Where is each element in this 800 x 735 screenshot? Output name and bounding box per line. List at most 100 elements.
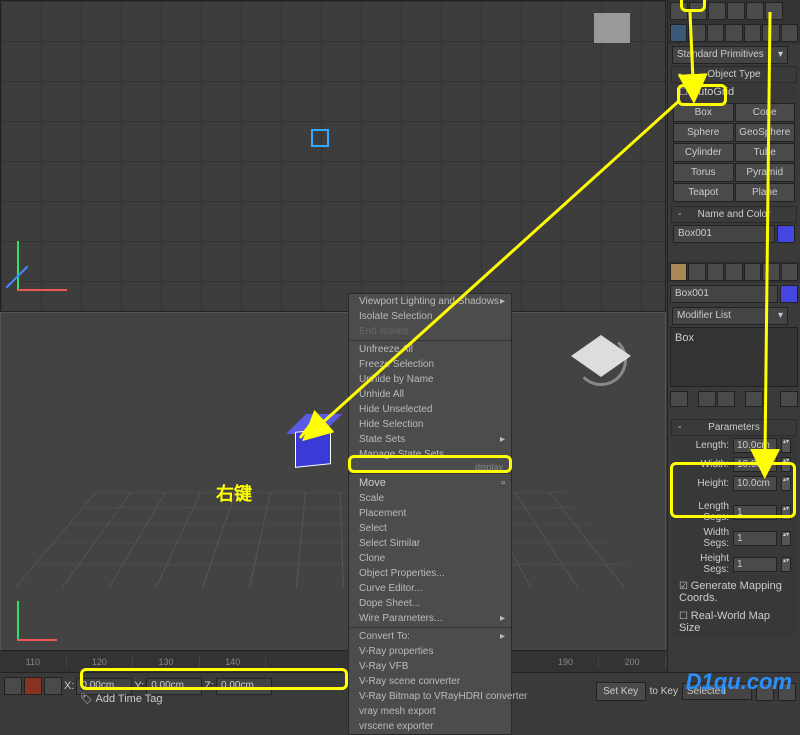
rollout-parameters[interactable]: Parameters bbox=[671, 419, 797, 436]
tab-utilities[interactable] bbox=[765, 2, 783, 20]
width-input[interactable]: 10.0cm bbox=[733, 457, 777, 472]
box-object[interactable] bbox=[295, 428, 331, 468]
width-spinner[interactable]: ▴▾ bbox=[781, 457, 791, 472]
ctx-select-similar[interactable]: Select Similar bbox=[349, 536, 511, 551]
x-input[interactable]: 0.00cm bbox=[76, 678, 132, 695]
btn-tube[interactable]: Tube bbox=[735, 143, 796, 162]
ctx-dope-sheet[interactable]: Dope Sheet... bbox=[349, 596, 511, 611]
length-input[interactable]: 10.0cm bbox=[733, 438, 777, 453]
viewcube[interactable] bbox=[571, 330, 631, 390]
lseg-input[interactable]: 1 bbox=[733, 505, 777, 520]
ctx-hide-sel[interactable]: Hide Selection bbox=[349, 417, 511, 432]
ctx-isolate[interactable]: Isolate Selection bbox=[349, 309, 511, 324]
ctx-vray-mesh[interactable]: vray mesh export bbox=[349, 704, 511, 719]
ctx-curve-editor[interactable]: Curve Editor... bbox=[349, 581, 511, 596]
hseg-spinner[interactable]: ▴▾ bbox=[781, 557, 791, 572]
configure-mod-icon[interactable] bbox=[780, 391, 798, 407]
btn-cone[interactable]: Cone bbox=[735, 103, 796, 122]
ctx-clone[interactable]: Clone bbox=[349, 551, 511, 566]
ctx-vray-bitmap[interactable]: V-Ray Bitmap to VRayHDRI converter bbox=[349, 689, 511, 704]
cat-geometry[interactable] bbox=[670, 24, 687, 42]
ctx-select[interactable]: Select bbox=[349, 521, 511, 536]
tab-create[interactable] bbox=[670, 2, 688, 20]
cat-helpers[interactable] bbox=[744, 24, 761, 42]
rollout-object-type[interactable]: Object Type bbox=[671, 66, 797, 83]
lock-icon[interactable] bbox=[44, 677, 62, 695]
length-spinner[interactable]: ▴▾ bbox=[781, 438, 791, 453]
ctx-move[interactable]: Move▫ bbox=[349, 475, 511, 491]
ctx-state-sets[interactable]: State Sets bbox=[349, 432, 511, 447]
ctx-vray-props[interactable]: V-Ray properties bbox=[349, 644, 511, 659]
tab-modify[interactable] bbox=[689, 2, 707, 20]
ctx-vray-scene-conv[interactable]: V-Ray scene converter bbox=[349, 674, 511, 689]
show-end-result-icon[interactable] bbox=[698, 391, 716, 407]
btn-pyramid[interactable]: Pyramid bbox=[735, 163, 796, 182]
viewport-top[interactable] bbox=[0, 0, 666, 312]
pin-stack-icon[interactable] bbox=[670, 391, 688, 407]
btn-torus[interactable]: Torus bbox=[673, 163, 734, 182]
timeline[interactable]: 110 120 130 140 190 200 bbox=[0, 650, 666, 672]
remove-mod-icon[interactable] bbox=[745, 391, 763, 407]
mtab-1[interactable] bbox=[670, 263, 687, 281]
mtab-3[interactable] bbox=[707, 263, 724, 281]
ctx-unhide-all[interactable]: Unhide All bbox=[349, 387, 511, 402]
ctx-manage-state[interactable]: Manage State Sets... bbox=[349, 447, 511, 462]
ctx-scale[interactable]: Scale bbox=[349, 491, 511, 506]
y-input[interactable]: 0.00cm bbox=[146, 678, 202, 695]
mtab-5[interactable] bbox=[744, 263, 761, 281]
viewcube-top[interactable] bbox=[594, 13, 630, 43]
btn-cylinder[interactable]: Cylinder bbox=[673, 143, 734, 162]
wseg-spinner[interactable]: ▴▾ bbox=[781, 531, 791, 546]
add-time-tag[interactable]: 🏷 Add Time Tag bbox=[80, 693, 163, 705]
status-icon2[interactable] bbox=[24, 677, 42, 695]
z-input[interactable]: 0.00cm bbox=[216, 678, 272, 695]
real-world-check[interactable]: ☐ Real-World Map Size bbox=[671, 607, 797, 637]
wseg-input[interactable]: 1 bbox=[733, 531, 777, 546]
btn-plane[interactable]: Plane bbox=[735, 183, 796, 202]
height-spinner[interactable]: ▴▾ bbox=[781, 476, 791, 491]
cat-systems[interactable] bbox=[781, 24, 798, 42]
height-input[interactable]: 10.0cm bbox=[733, 476, 777, 491]
cat-shapes[interactable] bbox=[688, 24, 705, 42]
ctx-unhide-name[interactable]: Unhide by Name bbox=[349, 372, 511, 387]
btn-geosphere[interactable]: GeoSphere bbox=[735, 123, 796, 142]
ctx-freeze[interactable]: Freeze Selection bbox=[349, 357, 511, 372]
ctx-vrscene[interactable]: vrscene exporter bbox=[349, 719, 511, 734]
object-name-input[interactable]: Box001 bbox=[673, 225, 775, 243]
primitive-type-combo[interactable]: Standard Primitives bbox=[672, 46, 788, 64]
cat-lights[interactable] bbox=[707, 24, 724, 42]
ctx-obj-props[interactable]: Object Properties... bbox=[349, 566, 511, 581]
btn-teapot[interactable]: Teapot bbox=[673, 183, 734, 202]
tab-motion[interactable] bbox=[727, 2, 745, 20]
ctx-wire-params[interactable]: Wire Parameters... bbox=[349, 611, 511, 626]
set-key-button[interactable]: Set Key bbox=[596, 682, 646, 701]
ctx-vray-vfb[interactable]: V-Ray VFB bbox=[349, 659, 511, 674]
ctx-convert-to[interactable]: Convert To: bbox=[349, 629, 511, 644]
modifier-stack[interactable]: Box bbox=[670, 327, 798, 387]
ctx-viewport-lighting[interactable]: Viewport Lighting and Shadows bbox=[349, 294, 511, 309]
ctx-hide-unsel[interactable]: Hide Unselected bbox=[349, 402, 511, 417]
rollout-name-color[interactable]: Name and Color bbox=[671, 206, 797, 223]
btn-box[interactable]: Box bbox=[673, 103, 734, 122]
ctx-unfreeze[interactable]: Unfreeze All bbox=[349, 342, 511, 357]
modify-name-input[interactable]: Box001 bbox=[670, 285, 778, 303]
mtab-4[interactable] bbox=[725, 263, 742, 281]
gen-mapping-check[interactable]: ☑ Generate Mapping Coords. bbox=[671, 577, 797, 607]
modifier-list-combo[interactable]: Modifier List bbox=[672, 307, 788, 325]
object-color-swatch[interactable] bbox=[777, 225, 795, 243]
modify-color-swatch[interactable] bbox=[780, 285, 798, 303]
mtab-6[interactable] bbox=[762, 263, 779, 281]
autogrid-check[interactable]: ☐ AutoGrid bbox=[671, 83, 797, 101]
mtab-2[interactable] bbox=[688, 263, 705, 281]
tab-display[interactable] bbox=[746, 2, 764, 20]
cat-space-warps[interactable] bbox=[762, 24, 779, 42]
hseg-input[interactable]: 1 bbox=[733, 557, 777, 572]
lseg-spinner[interactable]: ▴▾ bbox=[781, 505, 791, 520]
btn-sphere[interactable]: Sphere bbox=[673, 123, 734, 142]
tab-hierarchy[interactable] bbox=[708, 2, 726, 20]
viewport-perspective[interactable] bbox=[0, 312, 666, 672]
status-icon1[interactable] bbox=[4, 677, 22, 695]
make-unique-icon[interactable] bbox=[717, 391, 735, 407]
cat-cameras[interactable] bbox=[725, 24, 742, 42]
mtab-7[interactable] bbox=[781, 263, 798, 281]
